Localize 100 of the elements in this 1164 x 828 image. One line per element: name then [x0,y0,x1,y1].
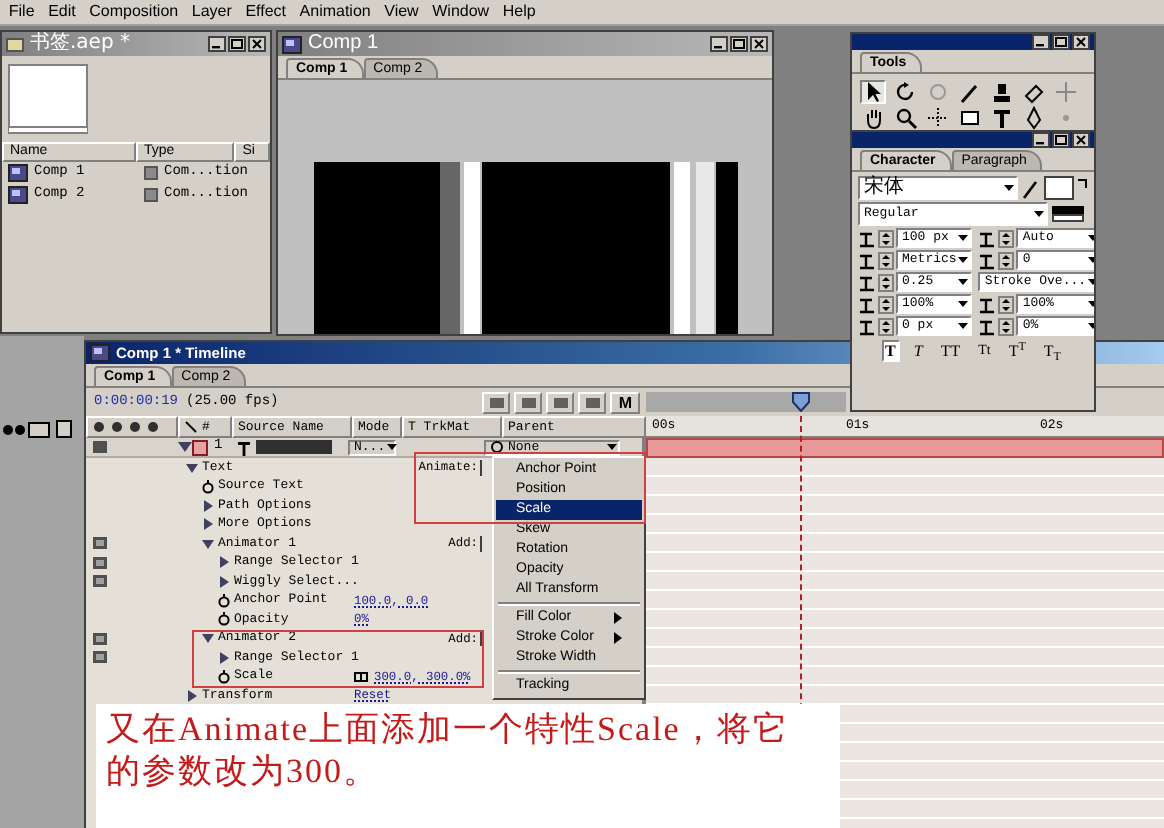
minimize-icon[interactable] [1032,34,1050,50]
maximize-icon[interactable] [228,36,246,52]
chain-link-icon[interactable] [354,671,368,682]
switch-icon[interactable] [92,536,108,551]
pick-whip-icon [490,440,504,454]
window-title: 书签.aep * [30,32,130,56]
minimize-icon[interactable] [1032,132,1050,148]
menu-item[interactable]: Composition [82,2,185,22]
stopwatch-icon[interactable] [202,479,214,494]
maximize-icon[interactable] [730,36,748,52]
maximize-icon[interactable] [1052,34,1070,50]
window-title: Comp 1 [308,32,379,56]
dropdown-box-icon[interactable] [480,535,486,552]
text-style-button[interactable]: T$_{T}$ [1039,340,1065,362]
twisty-icon[interactable] [218,651,230,664]
switch-icon[interactable] [92,555,108,570]
menu-item[interactable]: Window [425,2,496,22]
text-style-button[interactable]: T [881,340,900,362]
twisty-icon[interactable] [178,440,192,454]
binoculars-icon[interactable] [2,420,26,438]
stamp-icon[interactable] [989,80,1013,104]
twisty-icon[interactable] [186,461,198,474]
column-header[interactable] [86,416,178,438]
close-icon[interactable] [750,36,768,52]
pen-icon[interactable] [1021,106,1045,130]
text-tool-icon[interactable] [989,106,1013,130]
twisty-icon[interactable] [218,575,230,588]
folder-icon[interactable] [28,420,52,438]
stopwatch-icon[interactable] [218,612,230,627]
switch-icon[interactable] [92,574,108,589]
maximize-icon[interactable] [1052,132,1070,148]
caret-icon [606,442,618,452]
spinner-icon[interactable] [878,273,894,291]
brush-icon[interactable] [957,80,981,104]
close-icon[interactable] [1072,34,1090,50]
close-icon[interactable] [1072,132,1090,148]
menu-item[interactable]: Animation [292,2,378,22]
minimize-icon[interactable] [208,36,226,52]
hand-icon[interactable] [861,106,885,130]
rectangle-icon[interactable] [957,106,981,130]
twisty-icon[interactable] [202,518,214,531]
composition-icon [8,164,28,182]
project-icon [6,36,24,52]
spinner-icon[interactable] [878,317,894,335]
spinner-icon[interactable] [998,251,1015,269]
pan-behind-icon[interactable] [925,106,949,130]
stopwatch-icon[interactable] [218,669,230,684]
eyedropper-icon[interactable] [1022,177,1040,199]
text-layer-icon [236,439,252,455]
time-navigator[interactable] [646,392,846,412]
spinner-icon[interactable] [878,251,894,269]
caret-icon [1002,182,1016,194]
type-swatch-icon [144,165,158,180]
label-color-icon[interactable] [192,439,208,455]
text-style-button[interactable]: T [909,340,927,362]
zoom-icon[interactable] [893,106,917,130]
fill-stroke-swatch-icon[interactable] [1044,176,1088,200]
text-style-button[interactable]: TT [936,340,965,362]
menu-item[interactable]: View [377,2,426,22]
obscured-name-drawing [252,440,332,454]
text-style-button[interactable]: T$^{T}$ [1004,340,1030,362]
composition-icon [282,35,302,53]
label-icon [184,420,198,434]
motion-blur-button[interactable]: M [610,391,640,413]
caret-icon [1032,208,1046,220]
switch-icon[interactable] [92,650,108,665]
close-icon[interactable] [248,36,266,52]
spinner-icon[interactable] [998,295,1015,313]
color-swatch-icon[interactable] [1052,206,1084,222]
timeline-icon [90,344,110,362]
menu-item[interactable]: Edit [41,2,83,22]
menu-item[interactable]: Effect [238,2,293,22]
dropdown-box-icon[interactable] [480,459,486,476]
type-swatch-icon [144,187,158,202]
dropdown-field[interactable]: 宋体 [858,176,1018,200]
twisty-icon[interactable] [186,689,198,702]
spinner-icon[interactable] [998,229,1015,247]
menu-item[interactable]: Layer [185,2,239,22]
rotate-icon[interactable] [893,80,917,104]
twisty-icon[interactable] [202,499,214,512]
spinner-icon[interactable] [878,229,894,247]
menu-item[interactable]: File [2,2,42,22]
dropdown-box-icon[interactable] [480,630,486,647]
twisty-icon[interactable] [202,632,214,645]
playhead-icon[interactable] [792,392,810,412]
eraser-icon[interactable] [1021,80,1045,104]
page-icon[interactable] [54,420,74,438]
twisty-icon[interactable] [202,537,214,550]
minimize-icon[interactable] [710,36,728,52]
composition-icon [8,186,28,204]
switch-icon[interactable] [92,631,108,646]
spinner-icon[interactable] [998,317,1015,335]
twisty-icon[interactable] [218,556,230,569]
layer-duration-bar[interactable] [646,438,1164,458]
menu-item[interactable]: Help [495,2,543,22]
spinner-icon[interactable] [878,295,894,313]
caret-icon [385,442,398,452]
caption-text: 又在Animate上面添加一个特性Scale，将它的参数改为300。 [106,710,791,793]
stopwatch-icon[interactable] [218,593,230,608]
thumbnail [8,64,88,134]
